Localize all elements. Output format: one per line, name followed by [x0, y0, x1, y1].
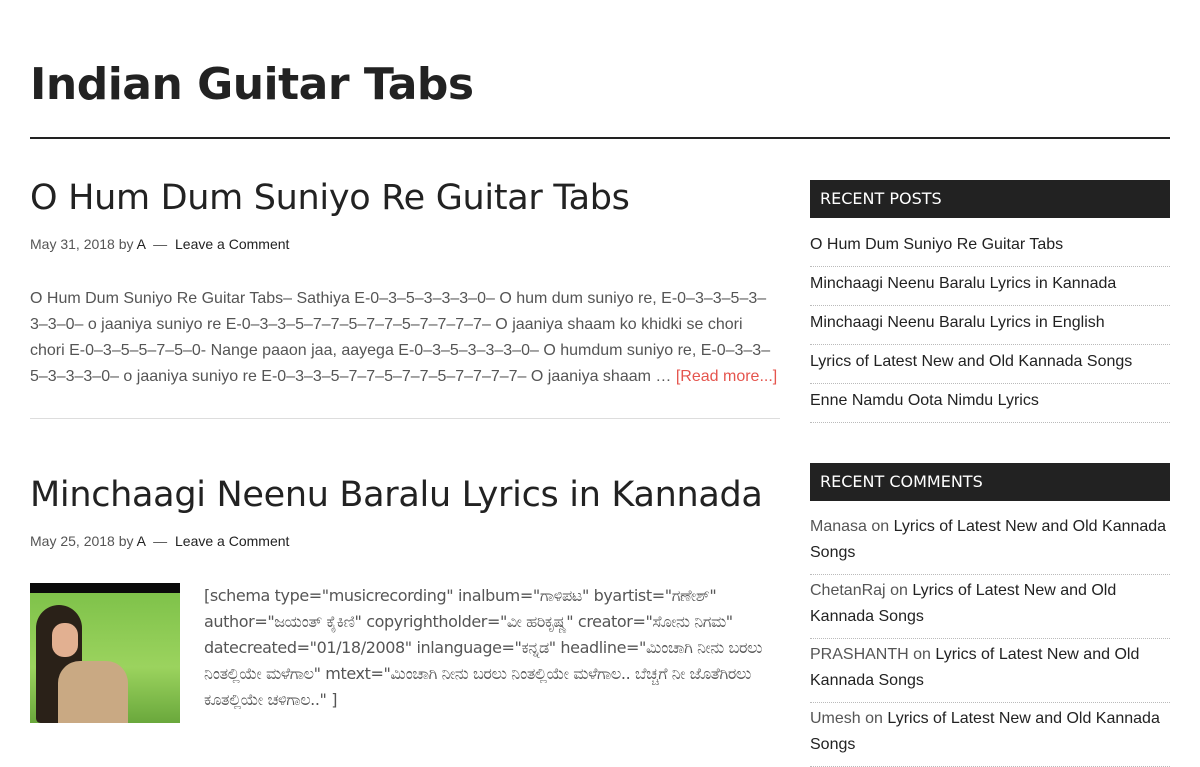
recent-post-link[interactable]: Minchaagi Neenu Baralu Lyrics in English [810, 314, 1105, 331]
main-content: O Hum Dum Suniyo Re Guitar Tabs May 31, … [30, 170, 780, 723]
recent-comments-widget: RECENT COMMENTS Manasa on Lyrics of Late… [810, 463, 1170, 767]
recent-post-link[interactable]: Enne Namdu Oota Nimdu Lyrics [810, 392, 1039, 409]
list-item: Manasa on Lyrics of Latest New and Old K… [810, 511, 1170, 575]
author-link[interactable]: A [137, 236, 146, 252]
on-label: on [913, 646, 931, 663]
comment-author: ChetanRaj [810, 582, 886, 599]
meta-separator: — [153, 236, 168, 252]
author-link[interactable]: A [137, 533, 146, 549]
excerpt-text: O Hum Dum Suniyo Re Guitar Tabs– Sathiya… [30, 290, 771, 385]
list-item: O Hum Dum Suniyo Re Guitar Tabs [810, 228, 1170, 267]
recent-post-link[interactable]: Lyrics of Latest New and Old Kannada Son… [810, 353, 1132, 370]
post-date: May 25, 2018 [30, 533, 115, 549]
post-title-link[interactable]: Minchaagi Neenu Baralu Lyrics in Kannada [30, 467, 780, 523]
header-divider [30, 137, 1170, 139]
page: Indian Guitar Tabs O Hum Dum Suniyo Re G… [0, 0, 1200, 767]
site-title[interactable]: Indian Guitar Tabs [30, 55, 474, 115]
by-label: by [118, 533, 134, 549]
by-label: by [118, 236, 134, 252]
list-item: Minchaagi Neenu Baralu Lyrics in Kannada [810, 267, 1170, 306]
recent-posts-widget: RECENT POSTS O Hum Dum Suniyo Re Guitar … [810, 180, 1170, 423]
post-entry: Minchaagi Neenu Baralu Lyrics in Kannada… [30, 467, 780, 723]
entry-meta: May 25, 2018 by A — Leave a Comment [30, 531, 780, 551]
recent-posts-list: O Hum Dum Suniyo Re Guitar Tabs Minchaag… [810, 228, 1170, 423]
leave-comment-link[interactable]: Leave a Comment [175, 533, 289, 549]
on-label: on [865, 710, 883, 727]
list-item: Minchaagi Neenu Baralu Lyrics in English [810, 306, 1170, 345]
comment-author: Manasa [810, 518, 867, 535]
sidebar: RECENT POSTS O Hum Dum Suniyo Re Guitar … [810, 180, 1170, 767]
comment-author: PRASHANTH [810, 646, 909, 663]
list-item: PRASHANTH on Lyrics of Latest New and Ol… [810, 639, 1170, 703]
read-more-link[interactable]: [Read more...] [676, 368, 777, 385]
post-thumbnail-image[interactable] [30, 583, 180, 723]
entry-meta: May 31, 2018 by A — Leave a Comment [30, 234, 780, 254]
on-label: on [871, 518, 890, 535]
post-date: May 31, 2018 [30, 236, 115, 252]
post-excerpt: [schema type="musicrecording" inalbum="ಗ… [204, 586, 763, 709]
comment-author: Umesh [810, 710, 861, 727]
recent-post-link[interactable]: O Hum Dum Suniyo Re Guitar Tabs [810, 236, 1063, 253]
widget-title: RECENT POSTS [810, 180, 1170, 218]
list-item: Enne Namdu Oota Nimdu Lyrics [810, 384, 1170, 423]
post-entry: O Hum Dum Suniyo Re Guitar Tabs May 31, … [30, 170, 780, 419]
list-item: Umesh on Lyrics of Latest New and Old Ka… [810, 703, 1170, 767]
recent-comments-list: Manasa on Lyrics of Latest New and Old K… [810, 511, 1170, 767]
post-body: [schema type="musicrecording" inalbum="ಗ… [30, 583, 780, 723]
post-excerpt: O Hum Dum Suniyo Re Guitar Tabs– Sathiya… [30, 286, 778, 390]
post-divider [30, 418, 780, 419]
list-item: Lyrics of Latest New and Old Kannada Son… [810, 345, 1170, 384]
on-label: on [890, 582, 908, 599]
recent-post-link[interactable]: Minchaagi Neenu Baralu Lyrics in Kannada [810, 275, 1116, 292]
widget-title: RECENT COMMENTS [810, 463, 1170, 501]
post-title-link[interactable]: O Hum Dum Suniyo Re Guitar Tabs [30, 170, 780, 226]
leave-comment-link[interactable]: Leave a Comment [175, 236, 289, 252]
list-item: ChetanRaj on Lyrics of Latest New and Ol… [810, 575, 1170, 639]
meta-separator: — [153, 533, 168, 549]
comment-post-link[interactable]: Lyrics of Latest New and Old Kannada Son… [810, 710, 1160, 753]
